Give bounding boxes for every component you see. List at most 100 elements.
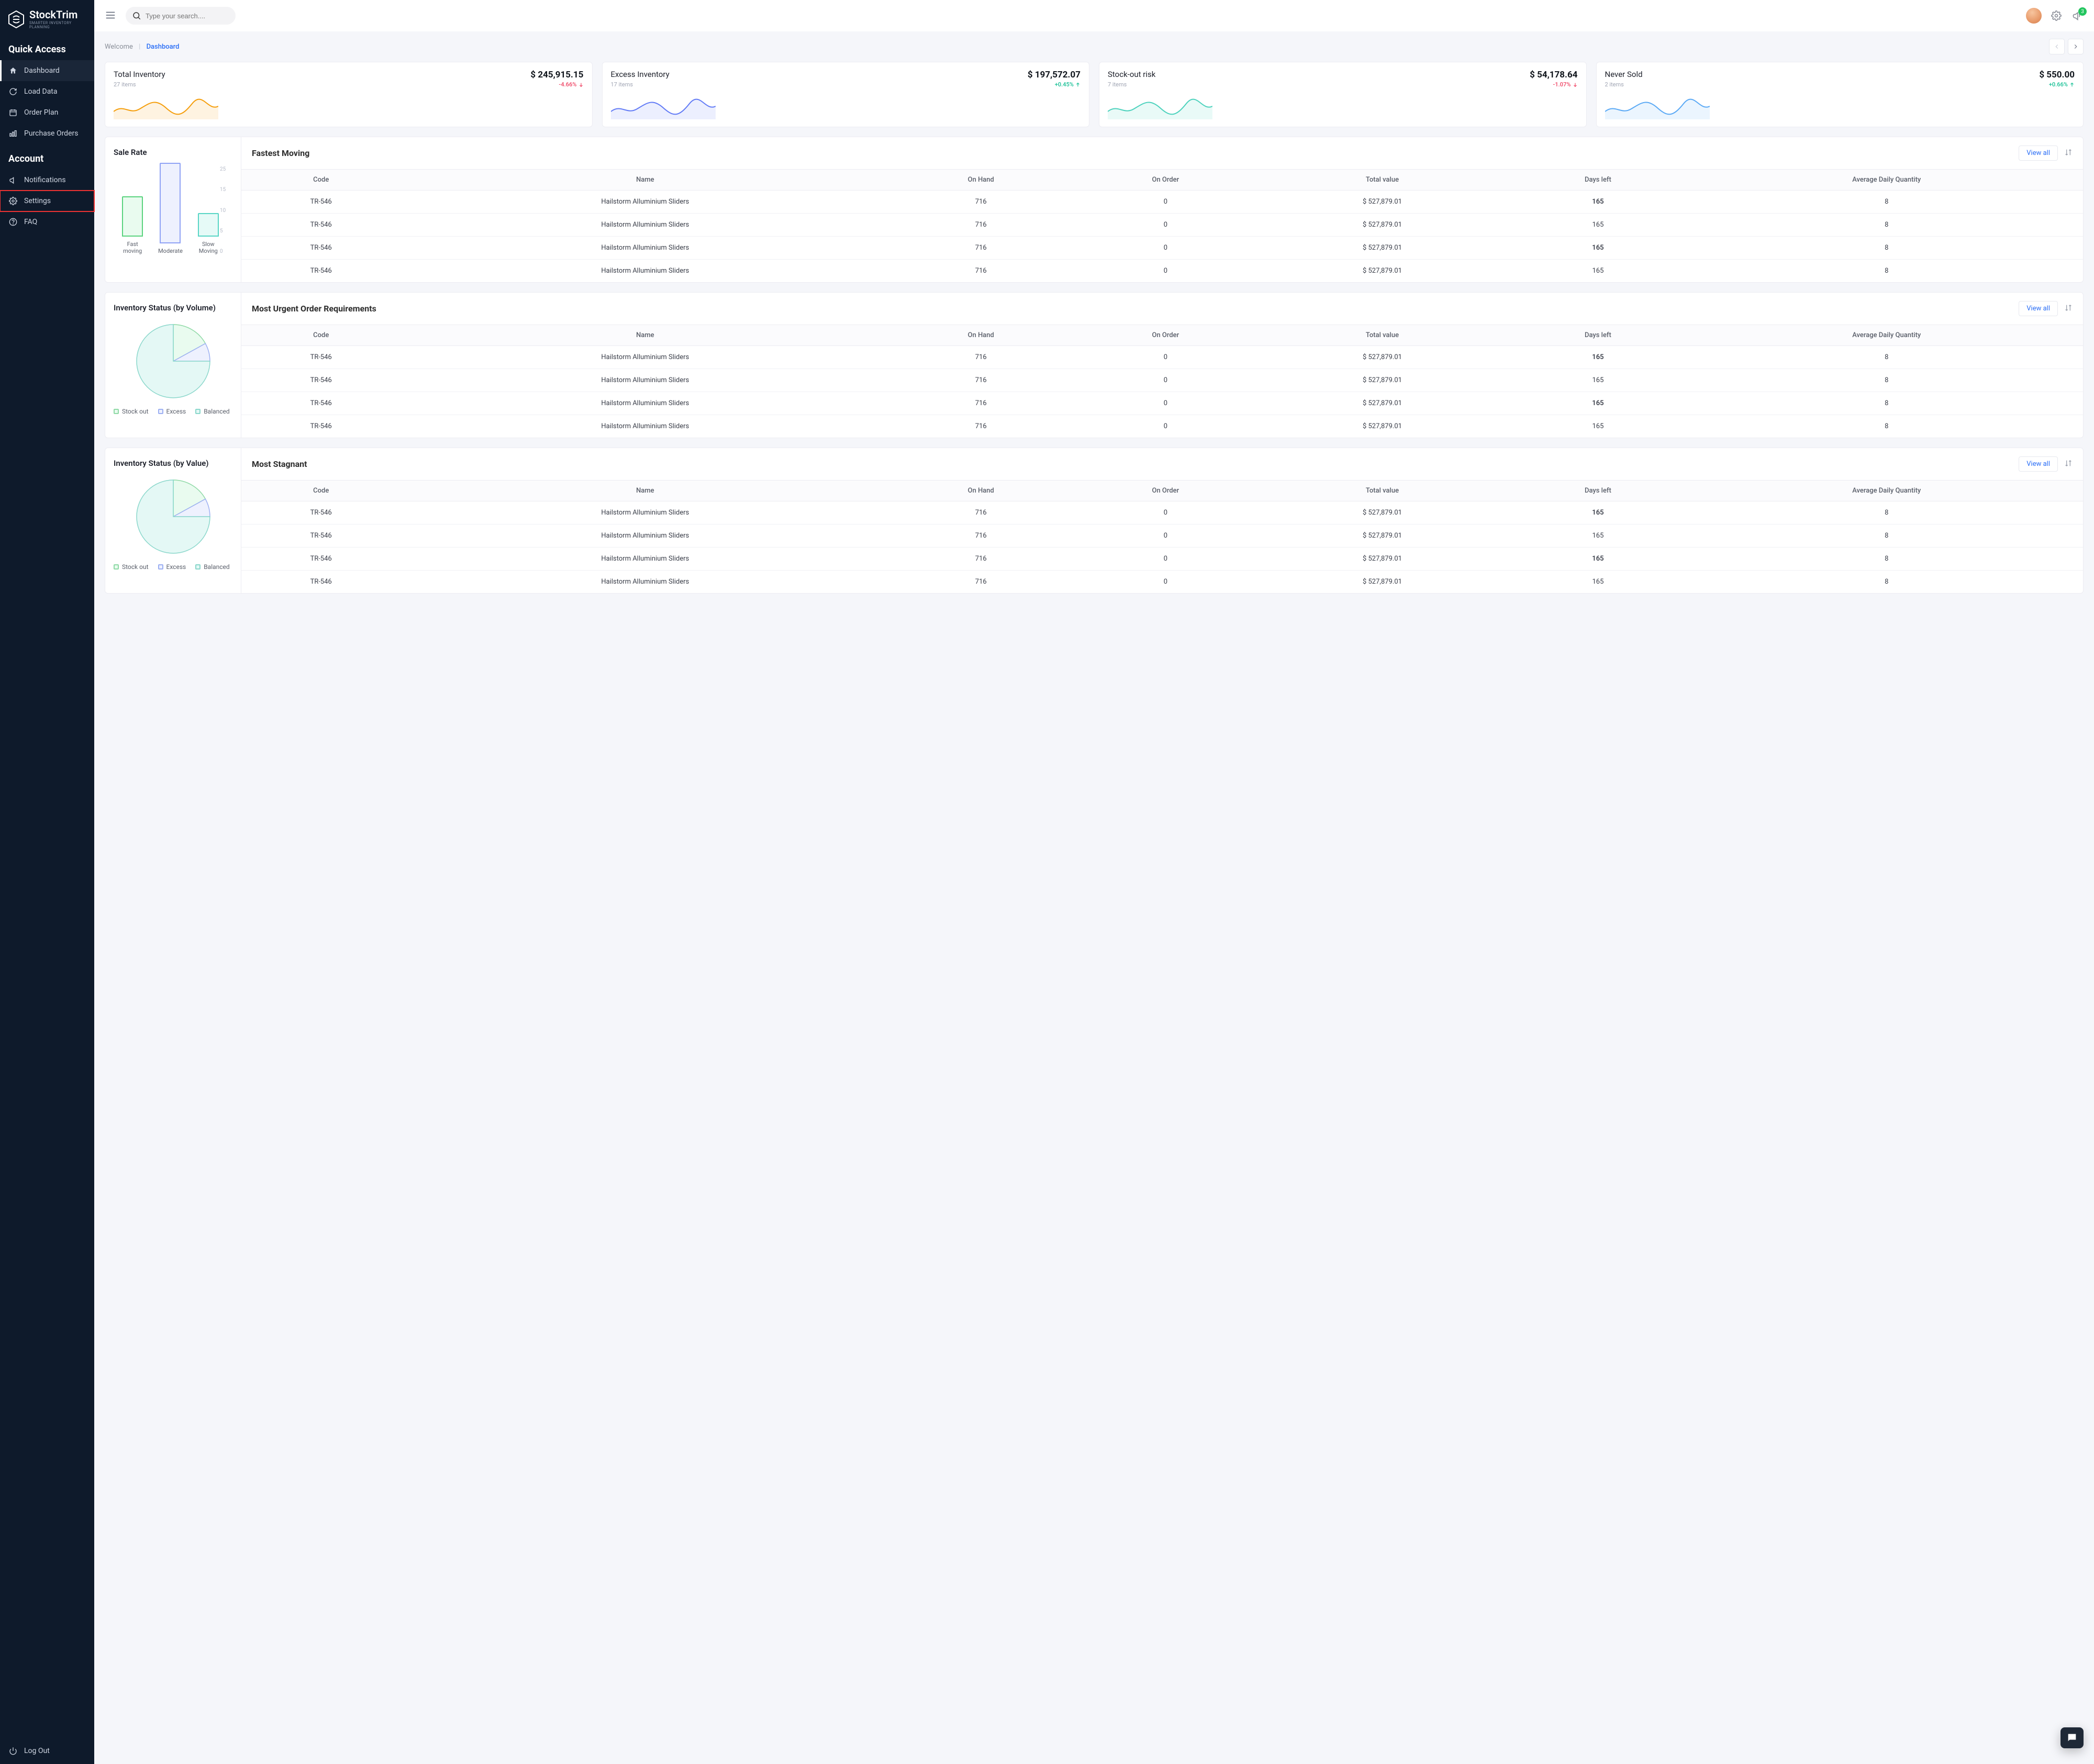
sparkline (1108, 93, 1212, 119)
sidebar-item-label: Dashboard (24, 66, 60, 75)
inv-value-title: Inventory Status (by Value) (114, 459, 232, 468)
brand-tagline: SMARTER INVENTORY PLANNING (29, 21, 86, 29)
power-icon (8, 1746, 18, 1756)
table-header: Average Daily Quantity (1690, 481, 2084, 501)
table-row[interactable]: TR-546Hailstorm Alluminium Sliders7160$ … (241, 369, 2083, 392)
table-header: Name (400, 325, 889, 346)
sidebar-item-order-plan[interactable]: Order Plan (0, 102, 94, 123)
topbar: 3 (94, 0, 2094, 31)
stat-value: $ 245,915.15 (530, 70, 583, 80)
reload-icon (8, 87, 18, 96)
sidebar-item-label: Notifications (24, 176, 66, 184)
view-all-button[interactable]: View all (2019, 146, 2058, 161)
table-header: Total value (1259, 481, 1506, 501)
table-header: On Order (1072, 481, 1258, 501)
stagnant-title: Most Stagnant (252, 459, 307, 469)
bar-label: Moderate (158, 248, 183, 254)
sparkline (611, 93, 716, 119)
sidebar-item-faq[interactable]: FAQ (0, 211, 94, 232)
table-header: On Order (1072, 170, 1258, 191)
logo[interactable]: StockTrim SMARTER INVENTORY PLANNING (0, 0, 94, 35)
stat-card[interactable]: Never Sold$ 550.002 items+0.66% (1596, 62, 2084, 127)
notif-badge: 3 (2078, 7, 2087, 16)
stat-card[interactable]: Stock-out risk$ 54,178.647 items-1.07% (1099, 62, 1587, 127)
stat-title: Never Sold (1605, 70, 1643, 79)
sort-icon[interactable] (2064, 148, 2073, 159)
data-table: CodeNameOn HandOn OrderTotal valueDays l… (241, 480, 2083, 593)
bars-icon (8, 129, 18, 138)
stat-value: $ 197,572.07 (1028, 70, 1081, 80)
table-header: Total value (1259, 325, 1506, 346)
stat-card[interactable]: Excess Inventory$ 197,572.0717 items+0.4… (602, 62, 1090, 127)
stat-delta: +0.66% (2049, 81, 2075, 88)
stat-delta: -4.66% (559, 81, 583, 88)
chat-fab[interactable] (2060, 1727, 2084, 1748)
legend-item: Balanced (195, 563, 230, 571)
hamburger-icon[interactable] (105, 9, 117, 22)
pager-prev[interactable] (2049, 39, 2065, 54)
stat-items: 2 items (1605, 81, 1624, 88)
table-header: On Hand (889, 481, 1072, 501)
table-row[interactable]: TR-546Hailstorm Alluminium Sliders7160$ … (241, 346, 2083, 369)
table-header: Name (400, 481, 889, 501)
table-row[interactable]: TR-546Hailstorm Alluminium Sliders7160$ … (241, 237, 2083, 260)
stat-card[interactable]: Total Inventory$ 245,915.1527 items-4.66… (105, 62, 593, 127)
help-icon (8, 217, 18, 227)
brand-name: StockTrim (29, 9, 86, 20)
search-input[interactable] (126, 7, 236, 25)
sparkline (1605, 93, 1710, 119)
view-all-button[interactable]: View all (2019, 301, 2058, 316)
sort-icon[interactable] (2064, 459, 2073, 470)
gear-icon[interactable] (2050, 9, 2063, 22)
urgent-title: Most Urgent Order Requirements (252, 304, 376, 314)
legend-item: Stock out (114, 563, 149, 571)
data-table: CodeNameOn HandOn OrderTotal valueDays l… (241, 325, 2083, 438)
stat-title: Total Inventory (114, 70, 165, 79)
pager-next[interactable] (2068, 39, 2084, 54)
table-row[interactable]: TR-546Hailstorm Alluminium Sliders7160$ … (241, 191, 2083, 214)
sort-icon[interactable] (2064, 304, 2073, 314)
table-header: On Order (1072, 325, 1258, 346)
table-header: On Hand (889, 325, 1072, 346)
table-row[interactable]: TR-546Hailstorm Alluminium Sliders7160$ … (241, 571, 2083, 594)
sidebar-item-label: Purchase Orders (24, 129, 78, 138)
table-row[interactable]: TR-546Hailstorm Alluminium Sliders7160$ … (241, 415, 2083, 438)
sidebar-item-notifications[interactable]: Notifications (0, 170, 94, 191)
sidebar-item-label: FAQ (24, 218, 37, 226)
avatar[interactable] (2026, 8, 2042, 24)
table-row[interactable]: TR-546Hailstorm Alluminium Sliders7160$ … (241, 392, 2083, 415)
stat-items: 7 items (1108, 81, 1127, 88)
sale-rate-chart: FastmovingModerateSlowMoving25151050 (114, 166, 232, 255)
megaphone-icon (8, 175, 18, 185)
table-row[interactable]: TR-546Hailstorm Alluminium Sliders7160$ … (241, 214, 2083, 237)
megaphone-icon[interactable]: 3 (2071, 9, 2084, 22)
sidebar: StockTrim SMARTER INVENTORY PLANNING Qui… (0, 0, 94, 1764)
sparkline (114, 93, 218, 119)
sidebar-item-load-data[interactable]: Load Data (0, 81, 94, 102)
table-header: Days left (1506, 481, 1690, 501)
sidebar-item-settings[interactable]: Settings (0, 191, 94, 211)
sidebar-item-purchase-orders[interactable]: Purchase Orders (0, 123, 94, 144)
table-header: Average Daily Quantity (1690, 170, 2084, 191)
sidebar-item-dashboard[interactable]: Dashboard (0, 60, 94, 81)
inv-volume-title: Inventory Status (by Volume) (114, 303, 232, 312)
table-row[interactable]: TR-546Hailstorm Alluminium Sliders7160$ … (241, 260, 2083, 283)
view-all-button[interactable]: View all (2019, 456, 2058, 472)
table-row[interactable]: TR-546Hailstorm Alluminium Sliders7160$ … (241, 524, 2083, 548)
table-header: Code (241, 325, 400, 346)
table-header: Days left (1506, 170, 1690, 191)
table-header: Average Daily Quantity (1690, 325, 2084, 346)
table-row[interactable]: TR-546Hailstorm Alluminium Sliders7160$ … (241, 501, 2083, 524)
table-header: Code (241, 481, 400, 501)
stat-title: Excess Inventory (611, 70, 670, 79)
pager (2049, 39, 2084, 54)
table-header: On Hand (889, 170, 1072, 191)
breadcrumb-root: Welcome (105, 43, 133, 51)
logout-button[interactable]: Log Out (0, 1738, 94, 1764)
table-header: Name (400, 170, 889, 191)
table-row[interactable]: TR-546Hailstorm Alluminium Sliders7160$ … (241, 548, 2083, 571)
breadcrumb-current[interactable]: Dashboard (147, 43, 180, 51)
stat-title: Stock-out risk (1108, 70, 1155, 79)
logo-icon (8, 10, 24, 28)
data-table: CodeNameOn HandOn OrderTotal valueDays l… (241, 169, 2083, 282)
